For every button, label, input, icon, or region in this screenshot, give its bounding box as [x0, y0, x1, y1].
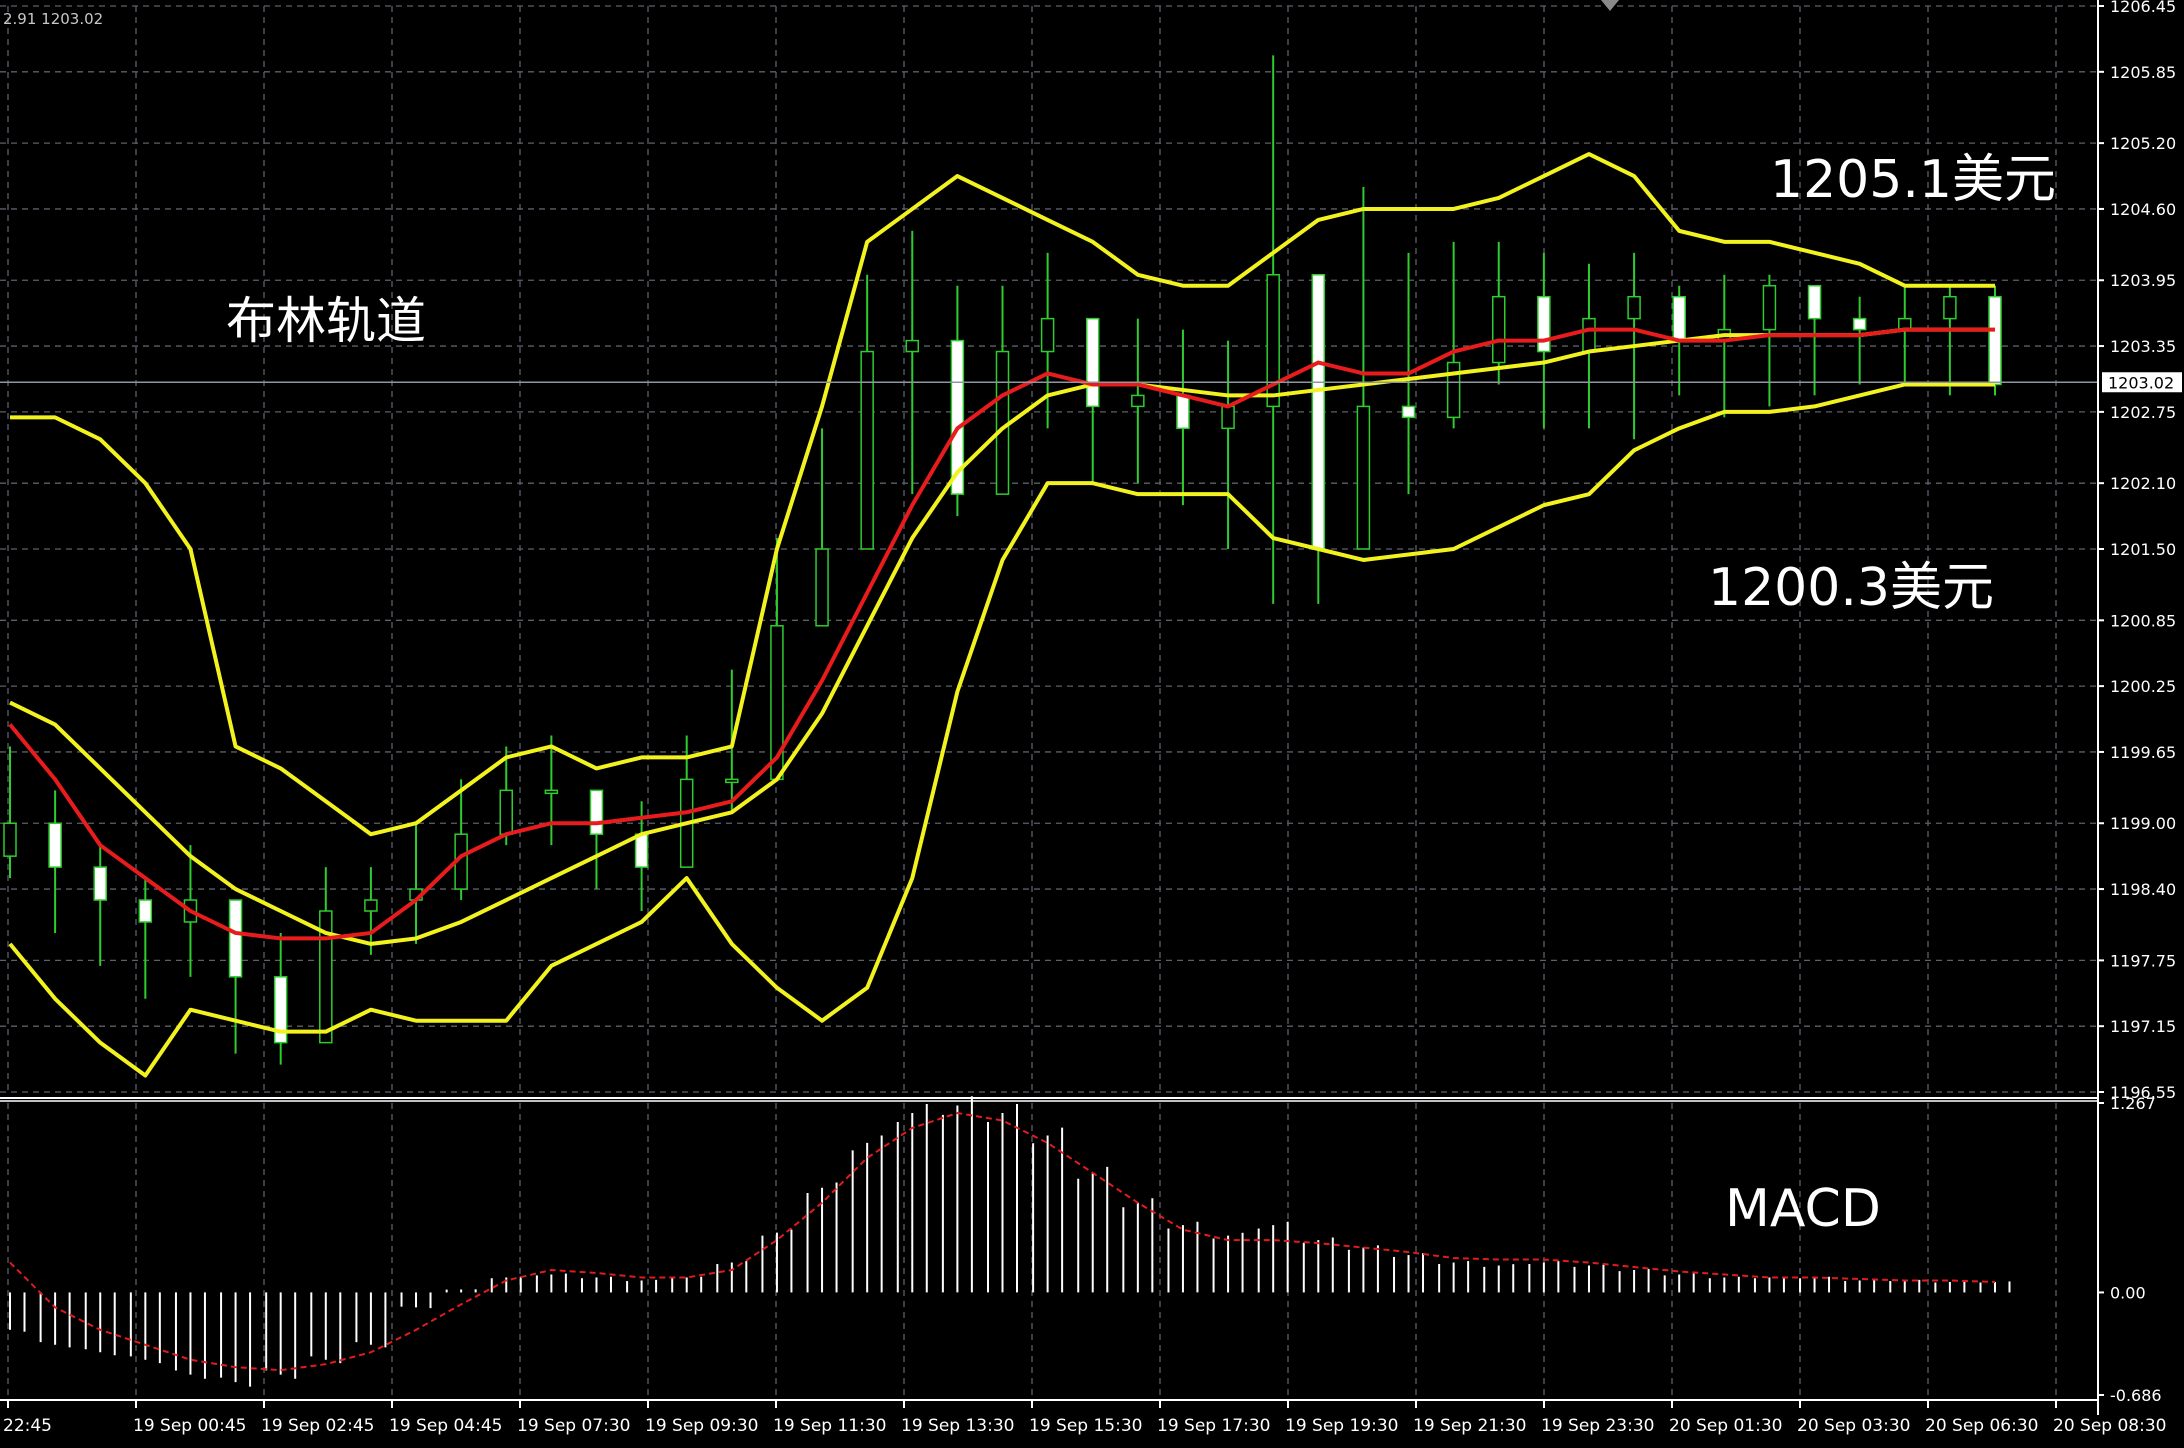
- time-tick-label: 19 Sep 19:30: [1285, 1416, 1398, 1436]
- candle-body: [1943, 295, 1957, 320]
- candle-body: [544, 789, 559, 795]
- price-tick-label: 1202.10: [2110, 474, 2176, 493]
- candle-body: [364, 899, 378, 912]
- time-tick-label: 19 Sep 17:30: [1157, 1416, 1270, 1436]
- header-readout: 2.91 1203.02: [3, 10, 103, 28]
- macd-tick-label: 0.00: [2110, 1283, 2146, 1302]
- candle-body: [93, 866, 107, 901]
- candle-body: [1762, 284, 1777, 331]
- time-tick-label: 19 Sep 15:30: [1029, 1416, 1142, 1436]
- macd-tick-label: -0.686: [2110, 1386, 2162, 1405]
- candle-body: [1040, 317, 1055, 353]
- price-tick-label: 1201.50: [2110, 540, 2176, 559]
- annotation-macd: MACD: [1725, 1179, 1881, 1239]
- annotation-lower-price: 1200.3美元: [1708, 558, 1994, 618]
- candle-body: [1446, 361, 1461, 419]
- candle-body: [1356, 405, 1371, 550]
- candle-body: [1627, 295, 1641, 320]
- candle-body: [499, 789, 513, 835]
- price-tick-label: 1206.45: [2110, 0, 2176, 16]
- candle-body: [1311, 274, 1326, 550]
- candle-body: [634, 833, 649, 868]
- time-tick-label: 20 Sep 03:30: [1797, 1416, 1910, 1436]
- candle-body: [1401, 405, 1416, 419]
- price-tick-label: 1199.65: [2110, 743, 2176, 762]
- candle-body: [1131, 394, 1145, 408]
- candle-body: [589, 789, 604, 835]
- time-tick-label: 19 Sep 09:30: [645, 1416, 758, 1436]
- price-tick-label: 1205.85: [2110, 63, 2176, 82]
- candle-body: [1807, 284, 1822, 320]
- candle-body: [725, 778, 739, 784]
- price-tick-label: 1203.35: [2110, 337, 2176, 356]
- time-tick-label: 20 Sep 08:30: [2053, 1416, 2166, 1436]
- time-tick-label: 20 Sep 06:30: [1925, 1416, 2038, 1436]
- current-price-label: 1203.02: [2108, 373, 2174, 392]
- time-tick-label: 19 Sep 00:45: [133, 1416, 246, 1436]
- candle-body: [1672, 295, 1686, 342]
- price-tick-label: 1197.75: [2110, 951, 2176, 970]
- candle-body: [1221, 405, 1235, 430]
- time-tick-label: 19 Sep 07:30: [517, 1416, 630, 1436]
- candle-body: [1492, 295, 1506, 364]
- candle-body: [3, 822, 17, 857]
- candle-body: [860, 350, 874, 550]
- time-tick-label: 22:45: [3, 1416, 52, 1436]
- price-tick-label: 1198.40: [2110, 880, 2176, 899]
- time-tick-label: 19 Sep 13:30: [901, 1416, 1014, 1436]
- candle-body: [1582, 317, 1596, 353]
- price-tick-label: 1205.20: [2110, 134, 2176, 153]
- time-tick-label: 19 Sep 11:30: [773, 1416, 886, 1436]
- price-tick-label: 1200.85: [2110, 611, 2176, 630]
- candle-body: [815, 548, 829, 627]
- candle-body: [48, 822, 62, 868]
- time-tick-label: 19 Sep 23:30: [1541, 1416, 1654, 1436]
- annotation-bollinger: 布林轨道: [226, 292, 426, 350]
- candle-body: [1852, 317, 1867, 331]
- price-tick-label: 1199.00: [2110, 814, 2176, 833]
- price-tick-label: 1197.15: [2110, 1017, 2176, 1036]
- candle-body: [1176, 394, 1190, 430]
- candle-body: [1085, 317, 1100, 408]
- price-tick-label: 1202.75: [2110, 403, 2176, 422]
- price-tick-label: 1200.25: [2110, 677, 2176, 696]
- candle-body: [138, 899, 153, 923]
- candle-body: [1988, 295, 2002, 386]
- time-tick-label: 19 Sep 02:45: [261, 1416, 374, 1436]
- price-tick-label: 1203.95: [2110, 271, 2176, 290]
- price-tick-label: 1204.60: [2110, 200, 2176, 219]
- candle-body: [228, 899, 243, 978]
- candle-body: [905, 339, 920, 353]
- macd-tick-label: 1.267: [2110, 1094, 2156, 1113]
- time-tick-label: 19 Sep 04:45: [389, 1416, 502, 1436]
- candle-body: [1537, 295, 1551, 353]
- time-tick-label: 20 Sep 01:30: [1669, 1416, 1782, 1436]
- time-tick-label: 19 Sep 21:30: [1413, 1416, 1526, 1436]
- annotation-upper-price: 1205.1美元: [1770, 150, 2056, 210]
